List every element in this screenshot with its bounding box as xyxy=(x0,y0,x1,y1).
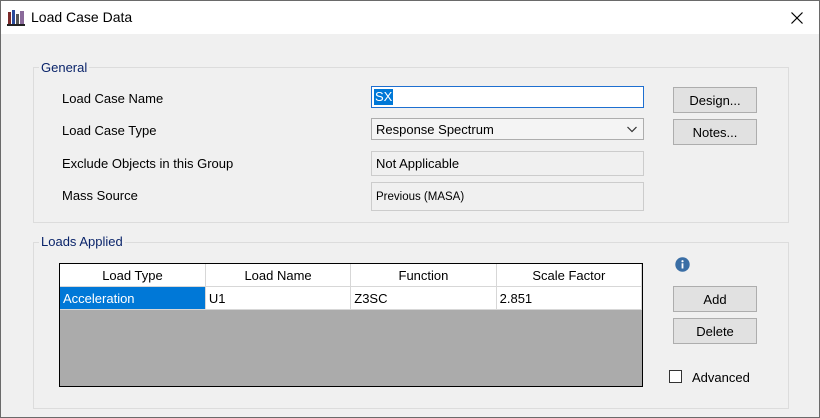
info-icon[interactable] xyxy=(675,257,690,272)
notes-button[interactable]: Notes... xyxy=(673,119,757,145)
load-case-name-value: SX xyxy=(374,89,394,105)
cell-scale-factor[interactable]: 2.851 xyxy=(496,286,643,310)
column-header-scale-factor[interactable]: Scale Factor xyxy=(496,264,643,287)
close-icon xyxy=(791,11,803,24)
column-header-load-name[interactable]: Load Name xyxy=(205,264,352,287)
cell-load-type[interactable]: Acceleration xyxy=(60,286,206,310)
mass-source-value: Previous (MASA) xyxy=(376,190,465,203)
close-button[interactable] xyxy=(775,1,819,34)
loads-applied-legend: Loads Applied xyxy=(39,234,125,249)
column-header-function[interactable]: Function xyxy=(350,264,497,287)
load-case-type-label: Load Case Type xyxy=(62,123,157,138)
table-header-row: Load Type Load Name Function Scale Facto… xyxy=(60,264,643,287)
mass-source-label: Mass Source xyxy=(62,188,138,203)
cell-load-name[interactable]: U1 xyxy=(205,286,352,310)
load-case-name-label: Load Case Name xyxy=(62,91,164,106)
exclude-objects-value: Not Applicable xyxy=(376,156,460,171)
general-legend: General xyxy=(39,60,90,75)
advanced-label[interactable]: Advanced xyxy=(692,370,750,385)
etabs-app-icon xyxy=(7,9,25,26)
table-row[interactable]: Acceleration U1 Z3SC 2.851 xyxy=(60,286,643,310)
window-title: Load Case Data xyxy=(31,9,133,25)
advanced-checkbox[interactable] xyxy=(669,370,682,383)
chevron-down-icon xyxy=(627,126,637,133)
load-case-type-dropdown[interactable]: Response Spectrum xyxy=(371,118,644,140)
column-header-load-type[interactable]: Load Type xyxy=(60,264,206,287)
exclude-objects-label: Exclude Objects in this Group xyxy=(62,156,234,171)
loads-table: Load Type Load Name Function Scale Facto… xyxy=(60,264,643,310)
exclude-objects-field: Not Applicable xyxy=(371,151,644,176)
load-case-data-window: Load Case Data General Load Case Name SX… xyxy=(0,0,820,418)
delete-button[interactable]: Delete xyxy=(673,318,757,344)
loads-grid[interactable]: Load Type Load Name Function Scale Facto… xyxy=(59,263,643,387)
design-button[interactable]: Design... xyxy=(673,87,757,113)
mass-source-field: Previous (MASA) xyxy=(371,182,644,211)
load-case-name-input[interactable]: SX xyxy=(371,86,644,108)
load-case-type-value: Response Spectrum xyxy=(376,121,494,137)
title-bar: Load Case Data xyxy=(1,1,819,34)
cell-function[interactable]: Z3SC xyxy=(350,286,497,310)
add-button[interactable]: Add xyxy=(673,286,757,312)
